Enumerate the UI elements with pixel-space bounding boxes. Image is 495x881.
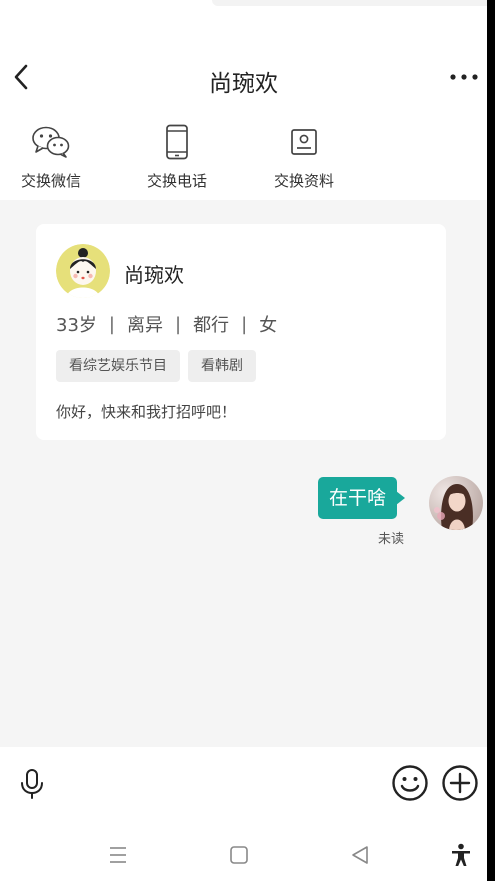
nav-back-button[interactable] [349,845,371,865]
home-icon [230,846,248,864]
divider: | [241,313,248,335]
exchange-phone-label: 交换电话 [146,172,207,190]
interest-tag: 看综艺娱乐节目 [56,350,180,382]
wechat-icon [32,126,70,158]
profile-gender: 女 [259,315,278,336]
profile-tags: 看综艺娱乐节目 看韩剧 [56,350,264,382]
back-triangle-icon [352,846,368,864]
profile-age: 33岁 [56,315,97,336]
message-bubble[interactable]: 在干啥 [318,477,406,519]
message-row: 在干啥 未读 [0,476,487,547]
read-status: 未读 [378,532,405,547]
screen-edge [487,0,495,881]
phone-icon [166,124,188,160]
profile-card[interactable]: 尚琬欢 33岁 | 离异 | 都行 | 女 看综艺娱乐节目 看韩剧 你好，快来和… [36,224,446,440]
nav-home-button[interactable] [229,845,249,865]
exchange-profile-button[interactable]: 交换资料 [254,122,354,191]
profile-card-icon [291,129,317,155]
more-dots-icon [450,74,478,80]
user-photo-avatar [429,476,483,530]
page-title: 尚琬欢 [209,71,278,97]
exchange-wechat-button[interactable]: 交换微信 [1,122,101,191]
voice-button[interactable] [16,765,48,803]
my-avatar[interactable] [429,476,483,530]
status-bar [212,0,487,6]
divider: | [108,313,115,335]
exchange-actions: 交换微信 交换电话 交换资料 [0,122,487,200]
plus-circle-icon [442,765,478,801]
chat-screen: 尚琬欢 交换微信 交换电话 交换资料 尚琬欢 33岁 | 离异 | 都行 | 女… [0,0,487,881]
divider: | [174,313,182,335]
header-bar: 尚琬欢 [0,52,487,102]
cartoon-avatar-icon [56,244,110,298]
profile-name: 尚琬欢 [124,263,184,287]
system-nav-bar [0,821,487,881]
exchange-wechat-label: 交换微信 [20,172,81,190]
exchange-phone-button[interactable]: 交换电话 [127,122,227,191]
accessibility-icon [452,843,470,866]
more-button[interactable] [448,66,480,88]
interest-tag: 看韩剧 [188,350,256,382]
microphone-icon [21,769,43,799]
nav-accessibility-button[interactable] [450,843,472,867]
emoji-icon [392,765,428,801]
emoji-button[interactable] [391,764,429,802]
profile-city: 都行 [193,315,230,336]
menu-icon [110,847,126,863]
profile-meta: 33岁 | 离异 | 都行 | 女 [56,311,277,337]
input-bar [0,747,487,821]
avatar [56,244,110,298]
more-options-button[interactable] [441,764,479,802]
nav-menu-button[interactable] [106,845,130,865]
greeting-text: 你好，快来和我打招呼吧！ [56,403,237,421]
exchange-profile-label: 交换资料 [273,172,334,190]
profile-marital-status: 离异 [126,315,163,336]
